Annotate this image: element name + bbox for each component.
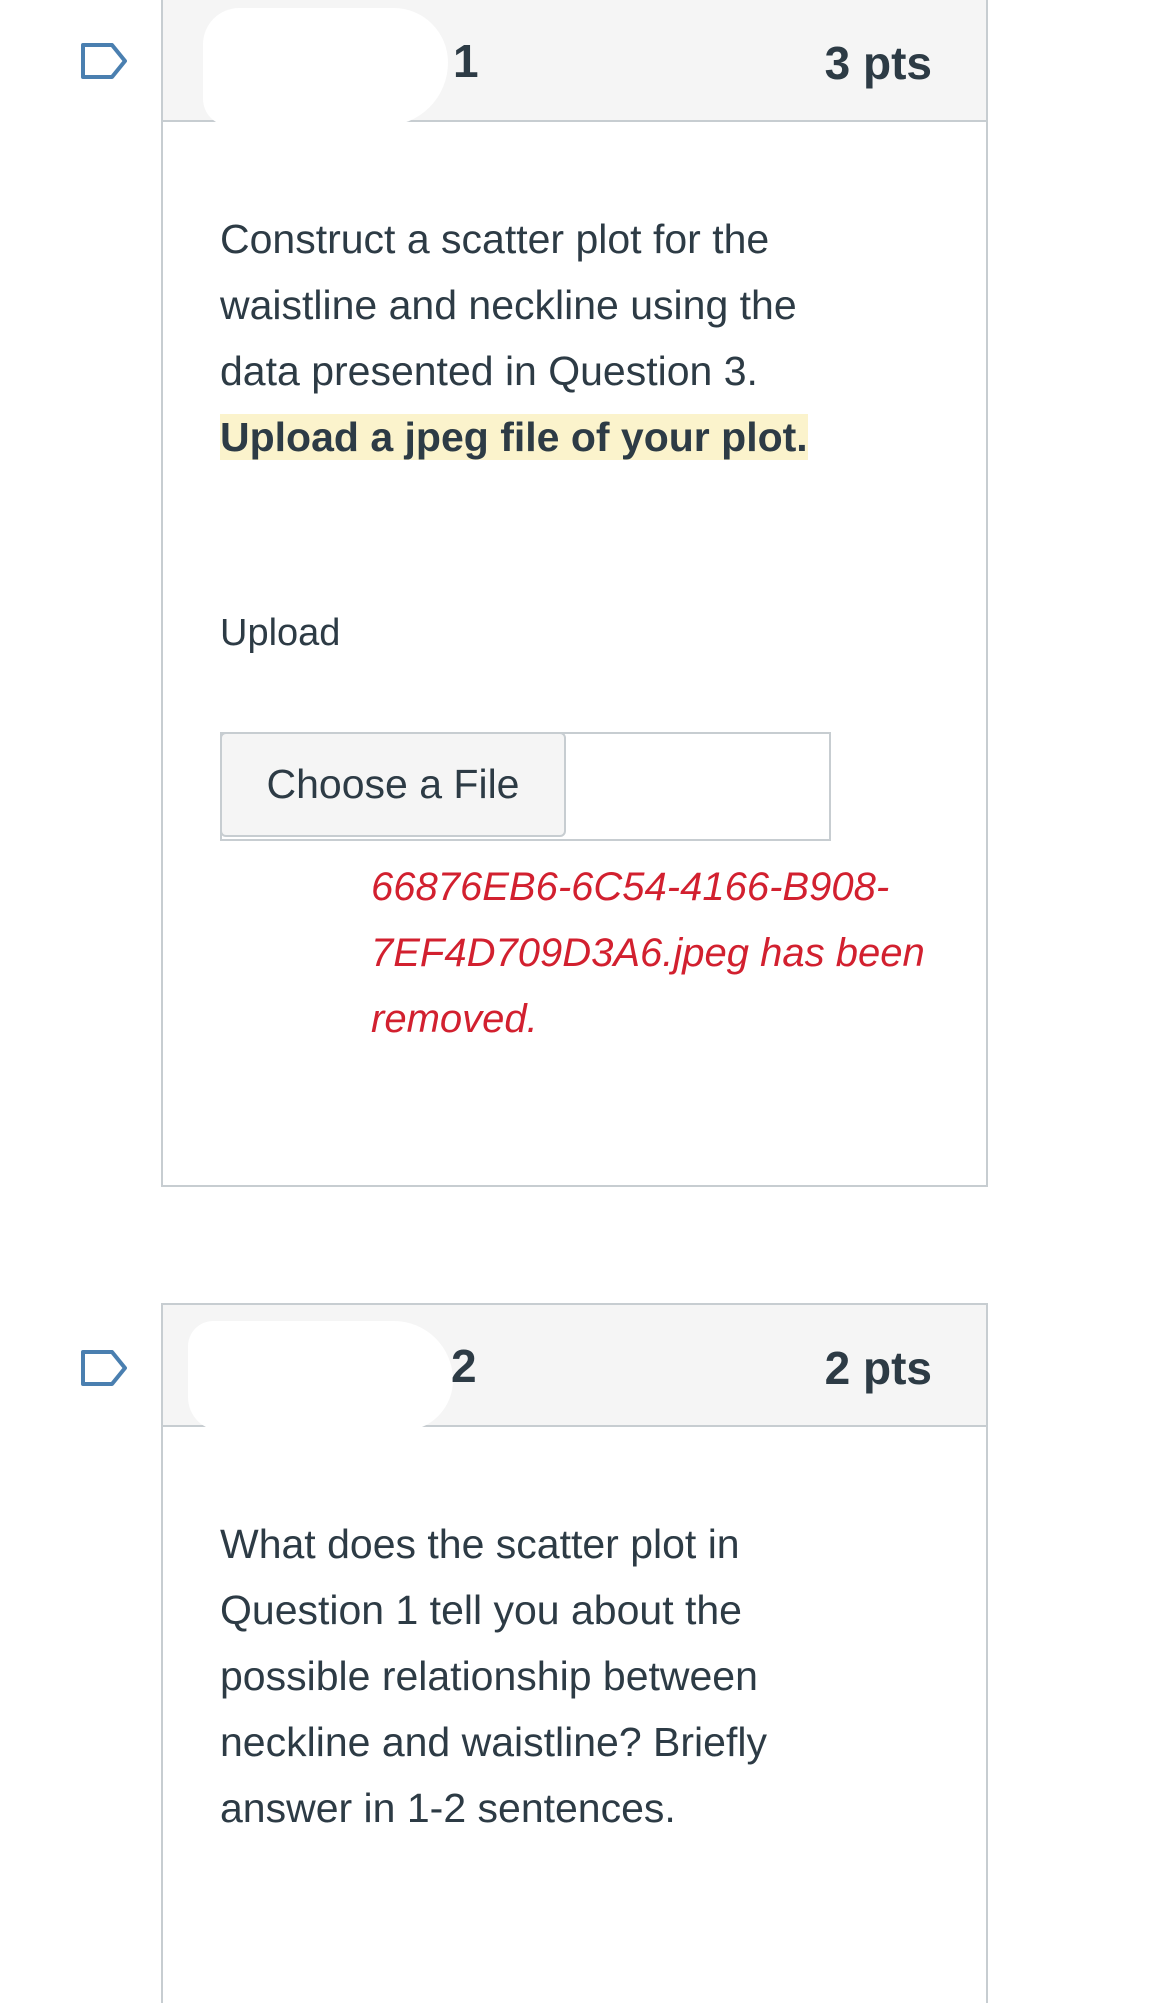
file-removed-message: 66876EB6-6C54-4166-B908-7EF4D709D3A6.jpe… bbox=[371, 865, 925, 1041]
question-card-1: 1 3 pts Construct a scatter plot for the… bbox=[161, 0, 988, 1187]
file-name-display bbox=[566, 734, 829, 839]
question-number: 2 bbox=[451, 1340, 477, 1392]
question-header: 2 2 pts bbox=[163, 1305, 986, 1431]
question-header: 1 3 pts bbox=[163, 0, 986, 126]
question-points: 3 pts bbox=[824, 37, 932, 89]
question-number: 1 bbox=[453, 35, 479, 87]
redaction-mark bbox=[203, 8, 448, 126]
question-text: Construct a scatter plot for the waistli… bbox=[220, 206, 860, 470]
question-card-2: 2 2 pts What does the scatter plot in Qu… bbox=[161, 1303, 988, 2003]
question-highlight-instruction: Upload a jpeg file of your plot. bbox=[220, 414, 808, 460]
question-text: What does the scatter plot in Question 1… bbox=[220, 1521, 767, 1831]
redaction-mark bbox=[188, 1321, 453, 1431]
question-prompt: Construct a scatter plot for the waistli… bbox=[220, 216, 797, 394]
file-upload-field[interactable]: Choose a File bbox=[220, 732, 831, 841]
flag-question-icon[interactable] bbox=[80, 1349, 128, 1387]
choose-file-button[interactable]: Choose a File bbox=[220, 732, 566, 837]
upload-label: Upload bbox=[220, 612, 341, 654]
flag-question-icon[interactable] bbox=[80, 42, 128, 80]
question-points: 2 pts bbox=[824, 1342, 932, 1394]
